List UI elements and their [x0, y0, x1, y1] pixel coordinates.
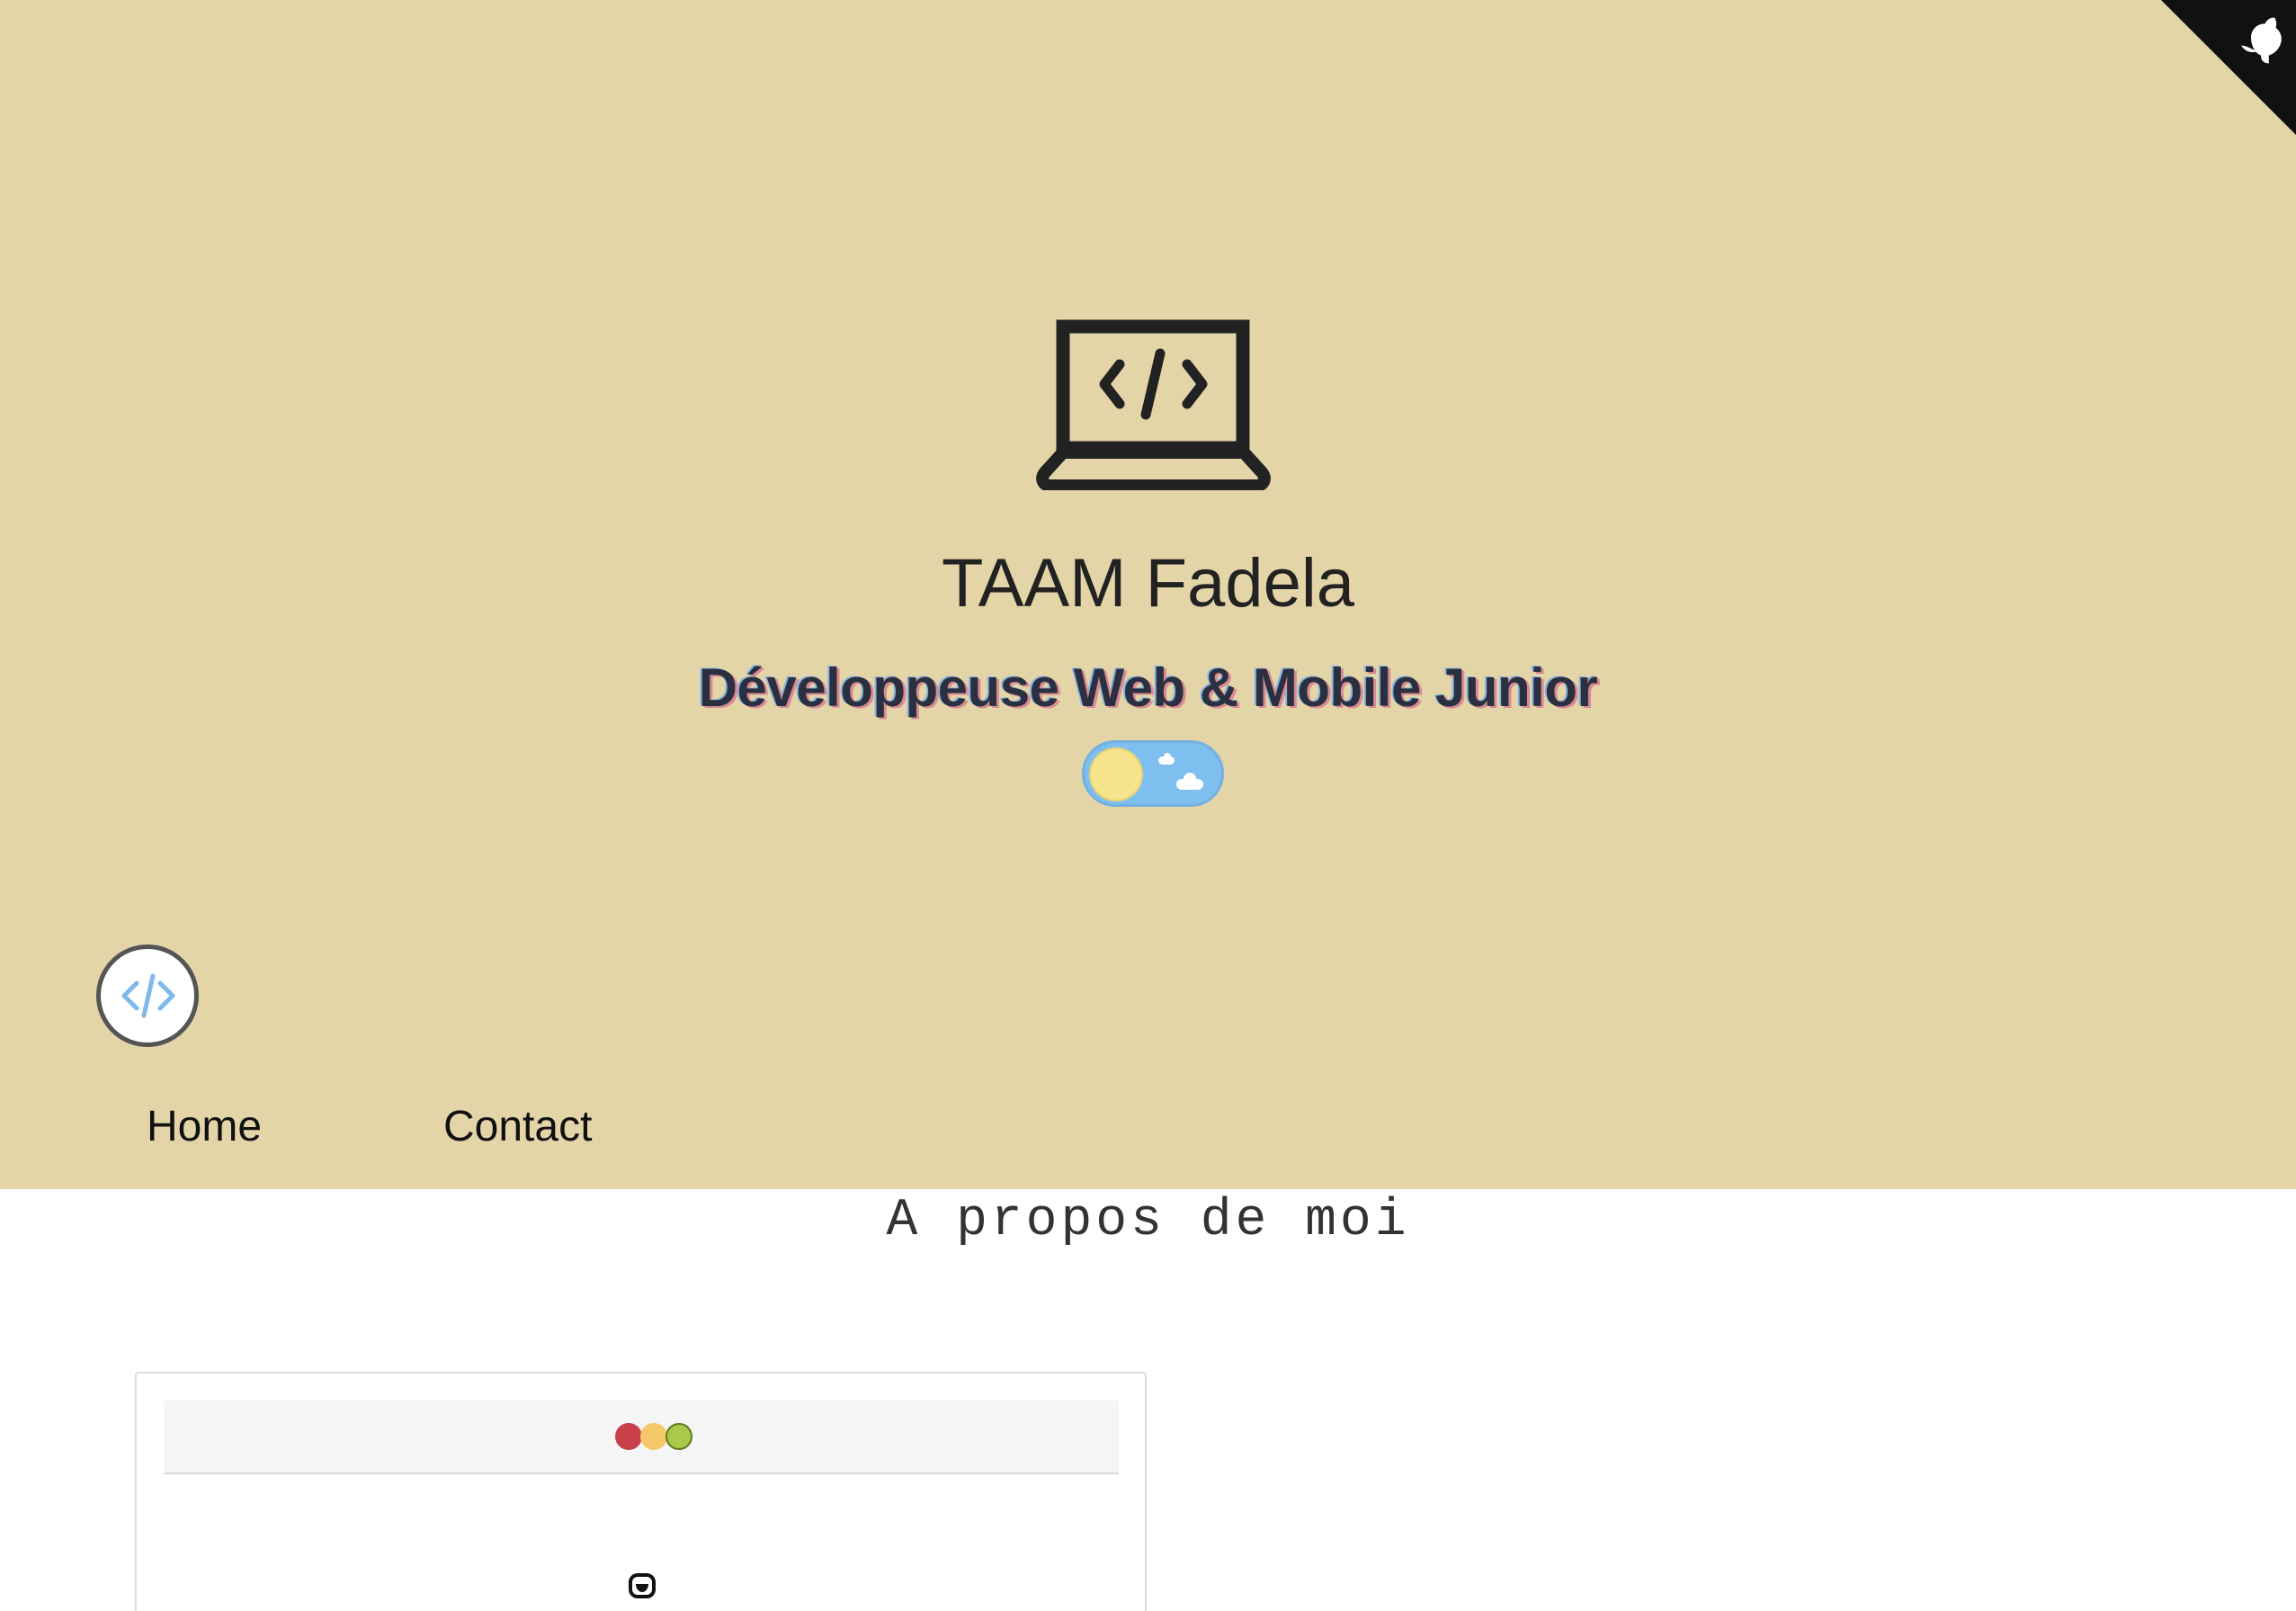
hero-section: TAAM Fadela Développeuse Web & Mobile Ju… [0, 0, 2296, 1189]
terminal-title-bar [164, 1401, 1119, 1474]
site-subtitle: Développeuse Web & Mobile Junior [698, 658, 1598, 718]
logo-badge[interactable] [96, 944, 199, 1047]
nav-item-contact[interactable]: Contact [443, 1102, 592, 1151]
code-brackets-icon [121, 973, 175, 1018]
page: TAAM Fadela Développeuse Web & Mobile Ju… [0, 0, 2296, 1611]
nav-item-home[interactable]: Home [147, 1102, 262, 1151]
theme-toggle[interactable] [1082, 740, 1224, 807]
minimize-dot[interactable] [640, 1423, 667, 1450]
github-octocat-icon [2161, 0, 2296, 135]
site-title: TAAM Fadela [942, 545, 1354, 622]
close-dot[interactable] [615, 1423, 642, 1450]
sun-icon [1089, 747, 1143, 801]
terminal-card [135, 1372, 1147, 1611]
about-section-title: A propos de moi [886, 1192, 1410, 1250]
laptop-code-icon [1036, 319, 1271, 490]
maximize-dot[interactable] [666, 1423, 692, 1450]
terminal-face-icon [629, 1573, 656, 1598]
github-corner-link[interactable] [2161, 0, 2296, 135]
